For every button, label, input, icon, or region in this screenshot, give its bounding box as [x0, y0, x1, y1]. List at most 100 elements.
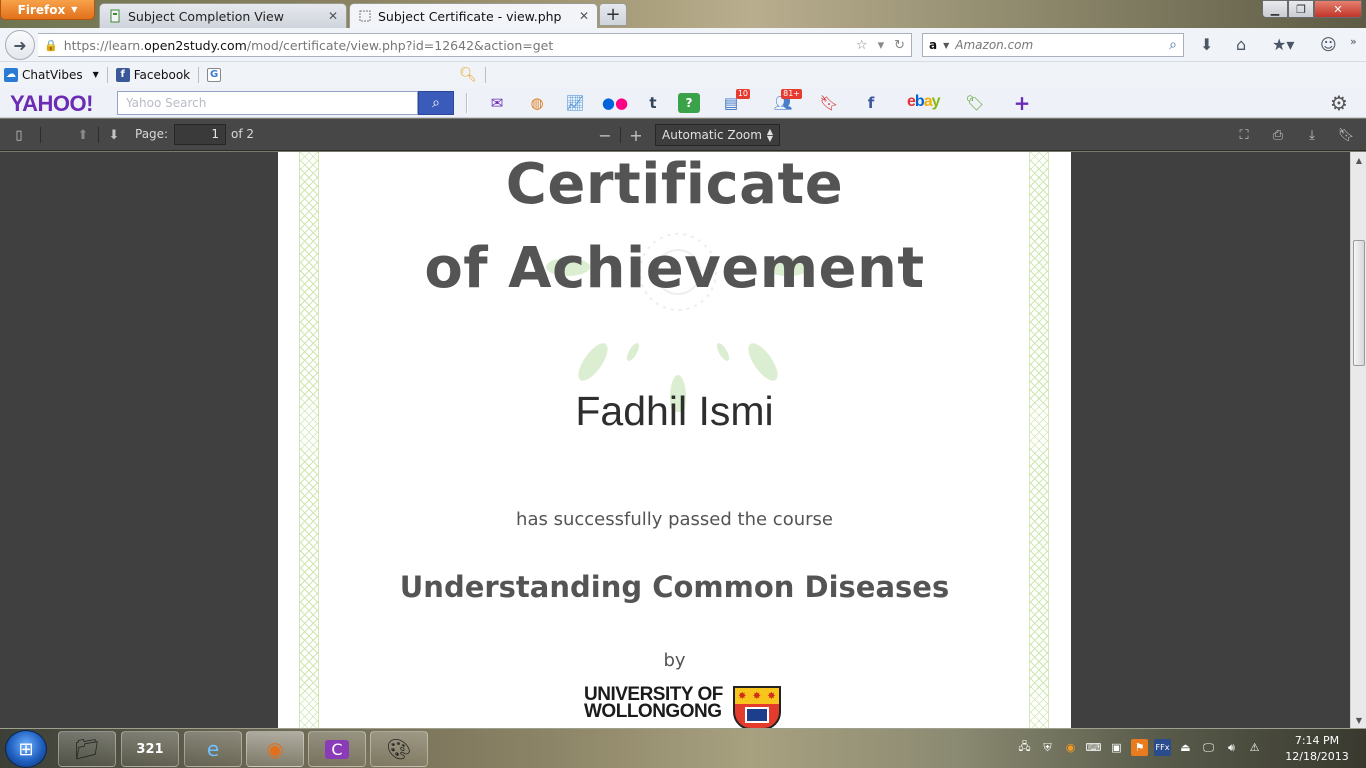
ebay-icon[interactable]: ebay	[907, 93, 940, 111]
coupon-tag-icon[interactable]: 🏷︎	[964, 93, 986, 113]
clock-date: 12/18/2013	[1285, 750, 1349, 763]
maximize-button[interactable]: ❐	[1288, 0, 1314, 18]
security-shield-icon[interactable]: ⛨	[1039, 739, 1056, 756]
star-icon[interactable]: ☆	[856, 38, 868, 53]
keyboard-icon[interactable]: ⌨	[1085, 739, 1102, 756]
home-icon[interactable]: ⌂	[1236, 35, 1246, 54]
download-icon[interactable]: ⤓	[1301, 125, 1323, 145]
page-count: of 2	[231, 127, 255, 141]
usb-icon[interactable]: ⏏	[1177, 739, 1194, 756]
certificate-title-line2: of Achievement	[424, 236, 925, 301]
magnifier-icon: 🔍︎	[459, 66, 477, 83]
certificate-title-line1: Certificate	[505, 152, 844, 217]
tab-subject-completion[interactable]: Subject Completion View ✕	[99, 3, 347, 28]
volume-icon[interactable]: 🔊︎	[1223, 739, 1240, 756]
pdf-toolbar: ▯ ⬆ ⬇ Page: 1 of 2 − + Automatic Zoom ▲ ▼…	[0, 119, 1366, 151]
overflow-icon[interactable]: »	[1350, 35, 1357, 48]
firefox-menu-button[interactable]: Firefox ▼	[0, 0, 95, 20]
page-number-input[interactable]: 1	[174, 124, 226, 145]
close-icon[interactable]: ✕	[328, 9, 338, 23]
bookmark-google[interactable]: G	[203, 67, 225, 82]
firefox-taskbar-icon[interactable]: ◉	[246, 731, 304, 767]
addon-face-icon[interactable]: ☺	[1320, 35, 1337, 54]
media-player-321-icon[interactable]: 321	[121, 731, 179, 767]
chevron-down-icon[interactable]: ▼	[943, 41, 949, 50]
previous-page-icon[interactable]: ⬆	[72, 125, 94, 145]
fullscreen-icon[interactable]: ⛶	[1233, 125, 1255, 145]
close-window-button[interactable]: ✕	[1314, 0, 1362, 18]
url-bar[interactable]: 🔒 https://learn.open2study.com/mod/certi…	[38, 33, 912, 57]
back-arrow-icon: ➜	[13, 35, 27, 55]
chevron-down-icon: ▼	[71, 5, 78, 14]
bookmark-icon[interactable]: 🔖︎	[1335, 125, 1357, 145]
bookmark-facebook[interactable]: f Facebook	[112, 67, 194, 82]
yahoo-search-button[interactable]: ⌕	[418, 91, 454, 115]
vertical-scrollbar[interactable]: ▲ ▼	[1350, 152, 1366, 728]
next-page-icon[interactable]: ⬇	[103, 125, 125, 145]
search-bar[interactable]: a ▼ Amazon.com ⌕	[922, 33, 1184, 57]
download-icon[interactable]: ⬇	[1200, 35, 1213, 54]
bookmarks-bar: ☁ ChatVibes ▼ f Facebook G 🔍︎	[0, 62, 1366, 87]
file-explorer-icon[interactable]: 📁︎	[58, 731, 116, 767]
bookmark-flag-icon[interactable]: 🔖︎	[818, 93, 840, 113]
amazon-icon[interactable]: a	[929, 38, 937, 52]
network-status-icon[interactable]: ⚠	[1246, 739, 1263, 756]
facebook-icon[interactable]: f	[860, 93, 882, 113]
page-label: Page:	[135, 127, 169, 141]
ffx-icon[interactable]: FFx	[1154, 739, 1171, 756]
bookmark-label: ChatVibes	[22, 67, 83, 82]
tab-subject-certificate[interactable]: Subject Certificate - view.php ✕	[349, 3, 598, 28]
answers-icon[interactable]: ?	[678, 93, 700, 113]
new-tab-button[interactable]: +	[599, 3, 627, 26]
page-icon	[108, 9, 122, 23]
clock[interactable]: 7:14 PM 12/18/2013	[1282, 733, 1352, 765]
sports-icon[interactable]: ◍	[526, 93, 548, 113]
separator	[98, 127, 99, 143]
gear-icon[interactable]: ⚙	[1328, 91, 1350, 115]
reload-icon[interactable]: ↻	[894, 38, 905, 53]
add-icon[interactable]: +	[1011, 91, 1033, 115]
yahoo-logo[interactable]: YAHOO!	[10, 91, 93, 117]
minimize-button[interactable]: ▁	[1262, 0, 1288, 18]
finance-icon[interactable]: 📈︎	[564, 93, 586, 113]
scroll-up-arrow-icon[interactable]: ▲	[1351, 152, 1366, 168]
avast-icon[interactable]: ◉	[1062, 739, 1079, 756]
search-icon[interactable]: ⌕	[1169, 37, 1177, 53]
people-icon[interactable]: 👥︎ 81+	[772, 89, 802, 113]
paint-icon[interactable]: 🎨︎	[370, 731, 428, 767]
start-button[interactable]: ⊞	[5, 730, 47, 768]
internet-explorer-icon[interactable]: e	[184, 731, 242, 767]
title-bar: Firefox ▼ Subject Completion View ✕ Subj…	[0, 0, 1366, 28]
print-icon[interactable]: ⎙	[1267, 125, 1289, 145]
device-icon[interactable]: ▣	[1108, 739, 1125, 756]
app-c-icon[interactable]: C	[308, 731, 366, 767]
university-line2: WOLLONGONG	[584, 701, 722, 722]
bookmarks-menu-icon[interactable]: ★▾	[1272, 35, 1294, 54]
search-input[interactable]: Amazon.com	[955, 38, 1163, 52]
zoom-out-icon[interactable]: −	[594, 125, 616, 145]
news-icon[interactable]: ▤ 10	[720, 89, 750, 113]
zoom-in-icon[interactable]: +	[625, 125, 647, 145]
zoom-select[interactable]: Automatic Zoom ▲ ▼	[655, 124, 780, 146]
yahoo-search-input[interactable]: Yahoo Search	[117, 91, 418, 115]
tumblr-icon[interactable]: t	[642, 93, 664, 113]
mail-icon[interactable]: ✉	[486, 93, 508, 113]
monitor-icon[interactable]: 🖵︎	[1200, 739, 1217, 756]
network-icon[interactable]: 🖧︎	[1016, 739, 1033, 756]
select-arrows-icon: ▲ ▼	[766, 127, 773, 143]
facebook-icon: f	[115, 67, 130, 82]
scroll-down-arrow-icon[interactable]: ▼	[1351, 712, 1366, 728]
chevron-down-icon[interactable]: ▾	[878, 38, 885, 53]
chevron-down-icon: ▼	[92, 70, 99, 79]
flickr-icon[interactable]: ● ●	[602, 93, 628, 113]
by-label: by	[663, 650, 686, 671]
sunburst-watermark	[546, 233, 810, 412]
back-button[interactable]: ➜	[5, 30, 35, 60]
orange-app-icon[interactable]: ⚑	[1131, 739, 1148, 756]
close-icon[interactable]: ✕	[579, 9, 589, 23]
bookmark-chatvibes[interactable]: ☁ ChatVibes ▼	[0, 67, 103, 82]
pdf-viewer[interactable]: Certificate of Achievement Fadhil Ismi h…	[0, 152, 1350, 728]
scroll-thumb[interactable]	[1353, 240, 1365, 366]
bookmark-search-tool[interactable]: 🔍︎	[455, 67, 481, 83]
sidebar-toggle-icon[interactable]: ▯	[8, 125, 30, 145]
